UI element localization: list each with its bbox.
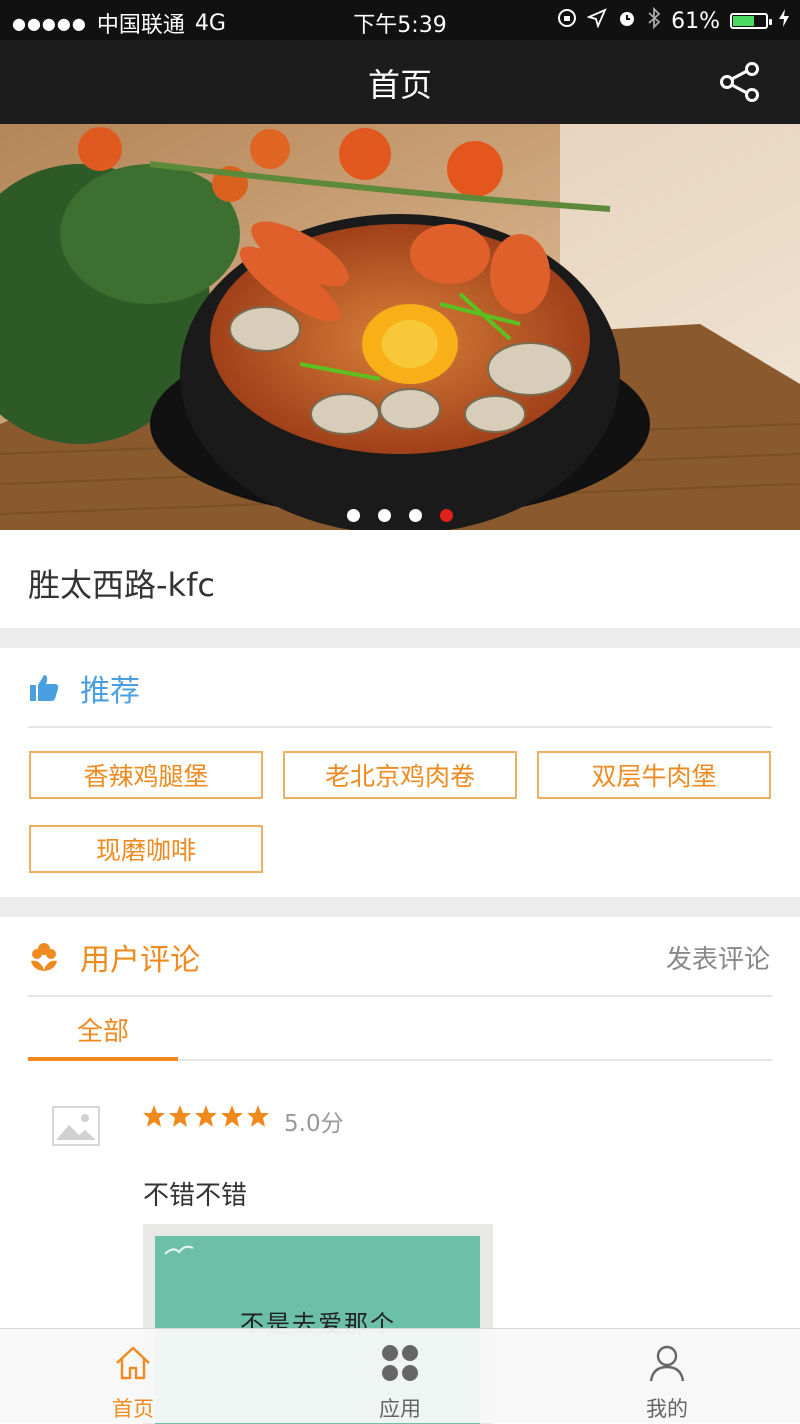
star-icon	[143, 1105, 165, 1127]
rating-stars	[142, 1104, 270, 1128]
status-bar: ●●●●● 中国联通 4G 下午5:39 61%	[0, 0, 800, 40]
tab-home-label: 首页	[112, 1397, 154, 1421]
tab-apps[interactable]: 应用	[267, 1329, 533, 1423]
recommend-tag[interactable]: 双层牛肉堡	[537, 751, 771, 799]
pager-dot[interactable]	[378, 509, 391, 522]
section-divider	[0, 628, 800, 648]
tab-apps-label: 应用	[379, 1397, 421, 1421]
bottom-tab-bar: 首页 应用 我的	[0, 1328, 800, 1423]
recommend-tag[interactable]: 现磨咖啡	[29, 825, 263, 873]
battery-fill	[733, 16, 754, 26]
tab-all[interactable]: 全部	[28, 995, 178, 1061]
star-icon	[195, 1105, 217, 1127]
flower-icon	[28, 941, 60, 973]
star-icon	[221, 1105, 243, 1127]
star-icon	[247, 1105, 269, 1127]
banner-image	[0, 124, 800, 530]
rating-score: 5.0分	[284, 1111, 344, 1137]
recommend-title: 推荐	[80, 674, 140, 709]
banner-pager	[0, 509, 800, 522]
user-icon	[649, 1345, 685, 1382]
post-review-link[interactable]: 发表评论	[666, 939, 770, 976]
recommend-tag[interactable]: 香辣鸡腿堡	[29, 751, 263, 799]
review-tabs: 全部	[28, 995, 772, 1061]
star-icon	[169, 1105, 191, 1127]
store-name: 胜太西路-kfc	[28, 566, 215, 604]
reviewer-avatar	[52, 1106, 100, 1146]
tab-all-label: 全部	[76, 1017, 129, 1047]
home-icon	[116, 1346, 150, 1380]
location-icon	[586, 8, 607, 34]
section-divider	[0, 897, 800, 917]
banner-carousel[interactable]	[0, 124, 800, 530]
pager-dot-active[interactable]	[440, 509, 453, 522]
review-text: 不错不错	[143, 1181, 248, 1211]
bird-icon	[164, 1245, 194, 1255]
reviews-title: 用户评论	[80, 943, 200, 978]
tab-mine[interactable]: 我的	[534, 1329, 800, 1423]
recommend-header: 推荐	[28, 648, 772, 728]
page-title: 首页	[367, 66, 432, 104]
apps-icon	[382, 1345, 418, 1381]
thumbs-up-icon	[28, 672, 60, 704]
share-icon[interactable]	[718, 60, 762, 104]
tab-home[interactable]: 首页	[0, 1329, 266, 1423]
tab-mine-label: 我的	[646, 1397, 688, 1421]
charging-icon	[778, 8, 790, 34]
tab-underline	[28, 1057, 178, 1061]
rotation-lock-icon	[557, 8, 577, 34]
recommend-tag[interactable]: 老北京鸡肉卷	[283, 751, 517, 799]
bluetooth-icon	[647, 6, 661, 35]
pager-dot[interactable]	[347, 509, 360, 522]
nav-bar: 首页	[0, 40, 800, 124]
battery-percent: 61%	[671, 8, 720, 34]
alarm-icon	[617, 8, 637, 34]
battery-icon	[730, 13, 772, 29]
reviews-header: 用户评论 发表评论	[28, 917, 772, 997]
pager-dot[interactable]	[409, 509, 422, 522]
status-right: 61%	[557, 6, 790, 35]
